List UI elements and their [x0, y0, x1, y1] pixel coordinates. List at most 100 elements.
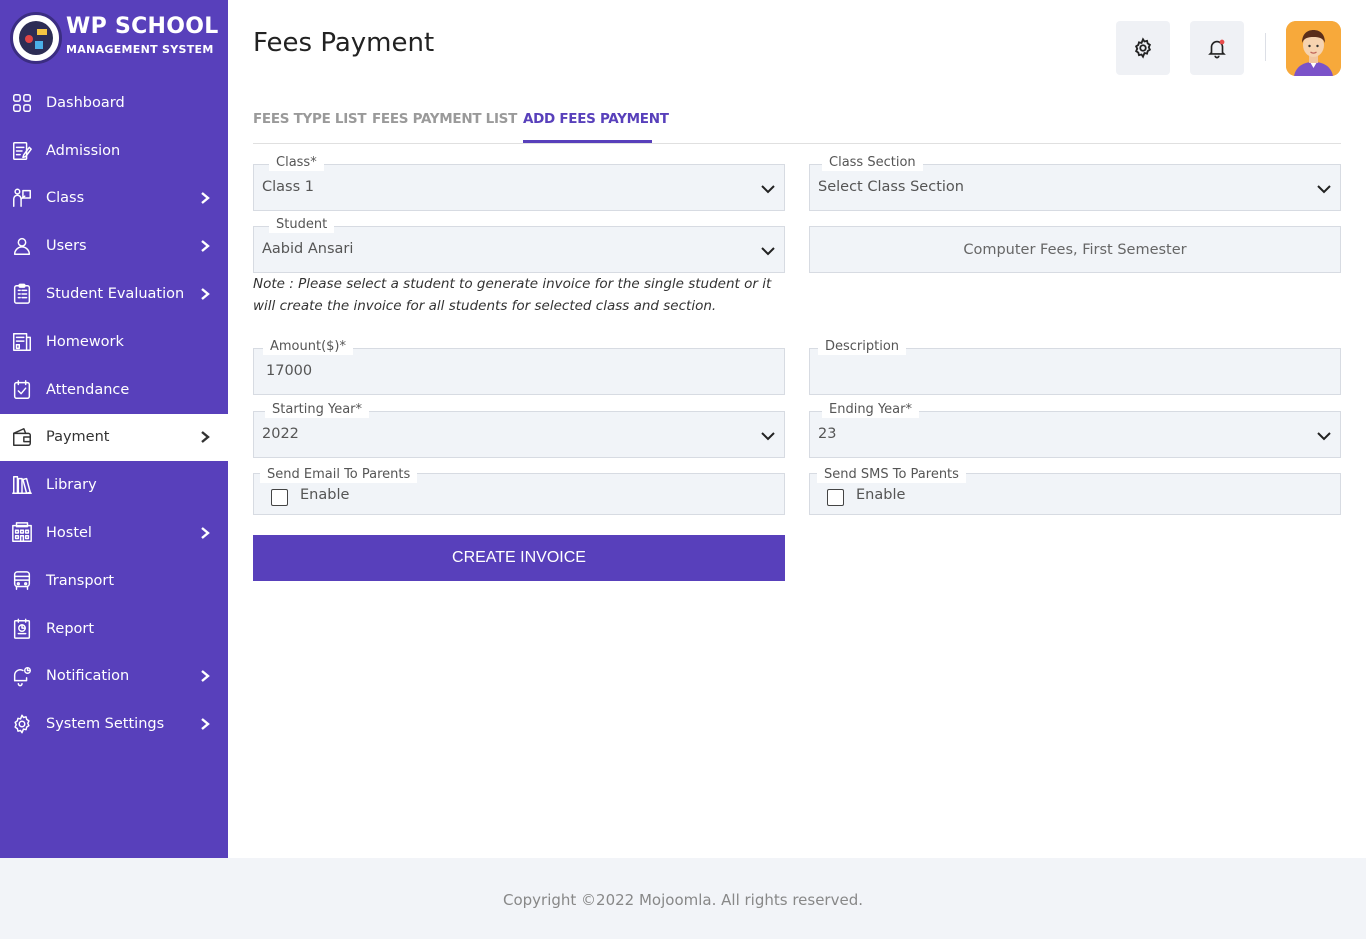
class-section-value: Select Class Section — [818, 179, 964, 195]
amount-label: Amount($)* — [263, 339, 354, 355]
sidebar-item-label: Notification — [46, 668, 130, 685]
amount-value: 17000 — [266, 363, 313, 379]
page-title: Fees Payment — [253, 28, 435, 58]
ending-year-value: 23 — [818, 426, 837, 442]
sidebar-item-label: Library — [46, 477, 97, 494]
user-avatar[interactable] — [1286, 21, 1341, 76]
tab-fees-type-list[interactable]: FEES TYPE LIST — [253, 111, 367, 127]
chevron-right-icon — [198, 717, 212, 731]
send-sms-group: Send SMS To Parents Enable — [809, 467, 1341, 515]
chevron-right-icon — [198, 526, 212, 540]
library-icon — [11, 474, 33, 496]
description-field[interactable]: Description — [809, 339, 1341, 395]
chevron-down-icon — [1317, 185, 1331, 194]
sidebar-item-label: Homework — [46, 333, 124, 350]
send-sms-option[interactable]: Enable — [856, 487, 905, 503]
send-sms-checkbox[interactable] — [827, 489, 844, 506]
chevron-down-icon — [761, 185, 775, 194]
sidebar-item-student-evaluation[interactable]: Student Evaluation — [0, 270, 228, 318]
sidebar: WP SCHOOL MANAGEMENT SYSTEM Dashboard Adm… — [0, 0, 228, 858]
sidebar-item-library[interactable]: Library — [0, 461, 228, 509]
tab-bar: FEES TYPE LIST FEES PAYMENT LIST ADD FEE… — [253, 100, 1341, 144]
chevron-right-icon — [198, 287, 212, 301]
footer: Copyright ©2022 Mojoomla. All rights res… — [0, 858, 1366, 939]
sidebar-item-label: Transport — [46, 572, 115, 589]
sidebar-item-system-settings[interactable]: System Settings — [0, 700, 228, 748]
fees-type-select[interactable]: Computer Fees, First Semester — [809, 226, 1341, 273]
class-label: Class* — [269, 155, 324, 171]
chevron-right-icon — [198, 191, 212, 205]
evaluation-icon — [11, 283, 33, 305]
chevron-down-icon — [761, 247, 775, 256]
sidebar-item-label: Report — [46, 620, 95, 637]
sidebar-item-label: Attendance — [46, 381, 130, 398]
send-email-option[interactable]: Enable — [300, 487, 349, 503]
bell-icon — [1208, 39, 1226, 59]
starting-year-label: Starting Year* — [265, 402, 370, 418]
send-sms-label: Send SMS To Parents — [817, 467, 966, 483]
amount-field[interactable]: Amount($)* 17000 — [253, 339, 785, 395]
sidebar-item-label: Student Evaluation — [46, 286, 185, 303]
users-icon — [11, 235, 33, 257]
sidebar-item-transport[interactable]: Transport — [0, 557, 228, 605]
notifications-button[interactable] — [1190, 21, 1244, 75]
dashboard-icon — [11, 92, 33, 114]
sidebar-item-hostel[interactable]: Hostel — [0, 509, 228, 557]
notification-icon — [11, 665, 33, 687]
sidebar-item-admission[interactable]: Admission — [0, 127, 228, 175]
wallet-icon — [11, 426, 33, 448]
class-section-select[interactable]: Class Section Select Class Section — [809, 155, 1341, 211]
send-email-group: Send Email To Parents Enable — [253, 467, 785, 515]
brand-logo[interactable]: WP SCHOOL MANAGEMENT SYSTEM — [10, 12, 220, 64]
sidebar-item-label: Hostel — [46, 525, 92, 542]
settings-icon — [11, 713, 33, 735]
sidebar-item-payment[interactable]: Payment — [0, 413, 228, 462]
sidebar-item-report[interactable]: Report — [0, 605, 228, 653]
sidebar-item-label: Dashboard — [46, 94, 125, 111]
description-label: Description — [818, 339, 907, 355]
chevron-right-icon — [198, 239, 212, 253]
class-select[interactable]: Class* Class 1 — [253, 155, 785, 211]
starting-year-value: 2022 — [262, 426, 299, 442]
chevron-right-icon — [198, 669, 212, 683]
sidebar-nav: Dashboard Admission Class Users Student Eval… — [0, 79, 228, 748]
sidebar-item-notification[interactable]: Notification — [0, 653, 228, 701]
class-icon — [11, 187, 33, 209]
chevron-down-icon — [761, 432, 775, 441]
chevron-down-icon — [1317, 432, 1331, 441]
attendance-icon — [11, 379, 33, 401]
student-select[interactable]: Student Aabid Ansari — [253, 217, 785, 273]
admission-icon — [11, 140, 33, 162]
student-label: Student — [269, 217, 335, 233]
chevron-right-icon — [198, 430, 212, 444]
sidebar-item-dashboard[interactable]: Dashboard — [0, 79, 228, 127]
sidebar-item-class[interactable]: Class — [0, 175, 228, 223]
report-icon — [11, 618, 33, 640]
school-logo-icon — [10, 12, 62, 64]
sidebar-item-label: System Settings — [46, 716, 165, 733]
sidebar-item-label: Admission — [46, 142, 121, 159]
settings-button[interactable] — [1116, 21, 1170, 75]
sidebar-item-users[interactable]: Users — [0, 222, 228, 270]
sidebar-item-homework[interactable]: Homework — [0, 318, 228, 366]
sidebar-item-label: Class — [46, 190, 85, 207]
tab-fees-payment-list[interactable]: FEES PAYMENT LIST — [372, 111, 517, 127]
tab-add-fees-payment[interactable]: ADD FEES PAYMENT — [523, 111, 669, 127]
class-section-label: Class Section — [822, 155, 923, 171]
homework-icon — [11, 331, 33, 353]
bus-icon — [11, 570, 33, 592]
gear-icon — [1134, 37, 1152, 59]
create-invoice-button[interactable]: CREATE INVOICE — [253, 535, 785, 581]
class-value: Class 1 — [262, 179, 314, 195]
sidebar-item-label: Users — [46, 238, 87, 255]
active-tab-indicator — [523, 140, 652, 143]
send-email-checkbox[interactable] — [271, 489, 288, 506]
brand-title: WP SCHOOL — [66, 14, 219, 39]
sidebar-item-attendance[interactable]: Attendance — [0, 366, 228, 414]
starting-year-select[interactable]: Starting Year* 2022 — [253, 402, 785, 458]
ending-year-label: Ending Year* — [822, 402, 919, 418]
user-avatar-icon — [1286, 21, 1341, 76]
student-note: Note : Please select a student to genera… — [253, 276, 772, 314]
ending-year-select[interactable]: Ending Year* 23 — [809, 402, 1341, 458]
hostel-icon — [11, 522, 33, 544]
